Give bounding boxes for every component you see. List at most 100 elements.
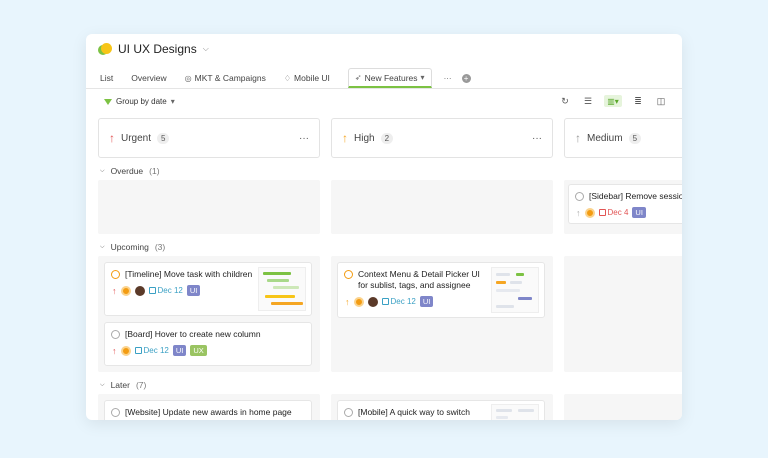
chevron-down-icon: ⌵ bbox=[100, 243, 105, 250]
tag-ui: UI bbox=[186, 285, 201, 296]
arrow-up-icon: ↑ bbox=[575, 131, 581, 145]
lane-overdue-urgent bbox=[98, 180, 320, 234]
group-count: (7) bbox=[135, 380, 147, 390]
task-card[interactable]: [Mobile] A quick way to switch bbox=[337, 400, 545, 420]
tag-ux: UX bbox=[190, 345, 207, 356]
tab-label: List bbox=[100, 73, 114, 83]
group-upcoming[interactable]: ⌵ Upcoming (3) bbox=[100, 242, 165, 252]
group-by-label: Group by date bbox=[116, 97, 167, 106]
tab-label: Overview bbox=[131, 73, 167, 83]
column-header-medium[interactable]: ↑ Medium 5 bbox=[564, 118, 682, 158]
avatar bbox=[120, 345, 131, 356]
group-count: (1) bbox=[149, 166, 160, 176]
status-circle-icon[interactable] bbox=[111, 270, 120, 279]
status-circle-icon[interactable] bbox=[344, 408, 353, 417]
group-name: Later bbox=[110, 380, 130, 390]
app-window: UI UX Designs ⌵ List Overview ◎ MKT & Cam… bbox=[86, 34, 682, 420]
mobile-thumbnail bbox=[491, 404, 539, 420]
task-card[interactable]: [Website] Update new awards in home page bbox=[104, 400, 312, 420]
task-card[interactable]: [Board] Hover to create new column ↑ Dec… bbox=[104, 322, 312, 366]
tab-mkt-campaigns[interactable]: ◎ MKT & Campaigns bbox=[185, 68, 266, 88]
arrow-up-icon: ↑ bbox=[342, 131, 348, 145]
arrow-up-icon: ↑ bbox=[109, 131, 115, 145]
toolbar-actions: ↻ ☰ ▥▾ ≣ ◫ bbox=[558, 95, 668, 107]
column-count: 2 bbox=[380, 132, 394, 144]
lane-upcoming-urgent: [Timeline] Move task with children ↑ Dec… bbox=[98, 256, 320, 372]
due-date[interactable]: Dec 4 bbox=[598, 208, 629, 217]
tab-list[interactable]: List bbox=[100, 68, 113, 88]
more-icon[interactable]: ··· bbox=[532, 133, 542, 144]
group-by-control[interactable]: Group by date ▾ bbox=[104, 97, 175, 106]
tabs-divider bbox=[86, 88, 682, 89]
priority-arrow-icon: ↑ bbox=[576, 207, 581, 218]
more-icon[interactable]: ··· bbox=[299, 133, 309, 144]
avatar bbox=[120, 285, 131, 296]
status-circle-icon[interactable] bbox=[111, 408, 120, 417]
task-title: Context Menu & Detail Picker UI for subli… bbox=[358, 269, 480, 291]
group-name: Overdue bbox=[110, 166, 144, 176]
calendar-icon bbox=[381, 298, 389, 305]
status-circle-icon[interactable] bbox=[344, 270, 353, 279]
due-date-text: Dec 4 bbox=[607, 208, 629, 217]
priority-arrow-icon: ↑ bbox=[345, 296, 350, 307]
avatar bbox=[584, 207, 595, 218]
task-card[interactable]: [Sidebar] Remove session ↑ Dec 4 UI bbox=[568, 184, 682, 224]
column-header-high[interactable]: ↑ High 2 ··· bbox=[331, 118, 553, 158]
due-date[interactable]: Dec 12 bbox=[134, 346, 169, 355]
lane-later-urgent: [Website] Update new awards in home page bbox=[98, 394, 320, 420]
task-title-row: [Website] Update new awards in home page bbox=[111, 407, 305, 418]
due-date[interactable]: Dec 12 bbox=[148, 286, 183, 295]
task-title-line: Context Menu & Detail Picker UI bbox=[358, 269, 480, 279]
chevron-down-icon: ⌵ bbox=[100, 167, 105, 174]
lane-later-medium bbox=[564, 394, 682, 420]
task-title: [Website] Update new awards in home page bbox=[125, 407, 292, 417]
due-date[interactable]: Dec 12 bbox=[381, 297, 416, 306]
column-name: Medium bbox=[587, 132, 623, 144]
status-circle-icon[interactable] bbox=[575, 192, 584, 201]
priority-arrow-icon: ↑ bbox=[112, 345, 117, 356]
calendar-icon bbox=[134, 347, 142, 354]
group-overdue[interactable]: ⌵ Overdue (1) bbox=[100, 166, 160, 176]
refresh-icon[interactable]: ↻ bbox=[558, 95, 572, 107]
tab-label: Mobile UI bbox=[294, 73, 330, 83]
column-name: Urgent bbox=[121, 132, 152, 144]
task-title-line: for sublist, tags, and assignee bbox=[358, 280, 471, 290]
due-date-text: Dec 12 bbox=[143, 346, 169, 355]
chevron-down-icon: ⌵ bbox=[100, 381, 105, 388]
more-tabs-button[interactable]: ··· bbox=[444, 74, 452, 83]
timeline-thumbnail bbox=[258, 267, 306, 311]
column-header-urgent[interactable]: ↑ Urgent 5 ··· bbox=[98, 118, 320, 158]
filter-icon bbox=[104, 98, 112, 105]
calendar-icon bbox=[148, 287, 156, 294]
task-meta: ↑ Dec 12 UI UX bbox=[111, 345, 305, 356]
board-view-icon[interactable]: ▥▾ bbox=[604, 95, 622, 107]
tab-label: New Features bbox=[364, 72, 418, 83]
calendar-icon bbox=[598, 209, 606, 216]
group-count: (3) bbox=[154, 242, 166, 252]
tab-mobile-ui[interactable]: ♢ Mobile UI bbox=[284, 68, 330, 88]
tab-new-features[interactable]: ➶ New Features ▾ bbox=[347, 68, 432, 88]
kanban-board: ↑ Urgent 5 ··· ↑ High 2 ··· ↑ Medium 5 ⌵… bbox=[98, 118, 682, 420]
tag-ui: UI bbox=[419, 296, 434, 307]
workspace-header[interactable]: UI UX Designs ⌵ bbox=[98, 42, 209, 56]
chevron-down-icon[interactable]: ⌵ bbox=[203, 44, 209, 54]
column-count: 5 bbox=[157, 132, 170, 144]
view-tabs: List Overview ◎ MKT & Campaigns ♢ Mobile U… bbox=[100, 68, 682, 88]
workspace-title: UI UX Designs bbox=[118, 42, 197, 56]
task-title: [Mobile] A quick way to switch bbox=[358, 407, 470, 417]
side-panel-icon[interactable]: ◫ bbox=[654, 95, 668, 107]
context-menu-thumbnail bbox=[491, 267, 539, 313]
lane-overdue-high bbox=[331, 180, 553, 234]
group-later[interactable]: ⌵ Later (7) bbox=[100, 380, 146, 390]
timeline-view-icon[interactable]: ≣ bbox=[631, 95, 645, 107]
rocket-icon: ➶ bbox=[354, 73, 362, 82]
list-view-icon[interactable]: ☰ bbox=[581, 95, 595, 107]
task-card[interactable]: [Timeline] Move task with children ↑ Dec… bbox=[104, 262, 312, 316]
avatar bbox=[367, 296, 378, 307]
leaf-icon: ♢ bbox=[283, 73, 292, 83]
add-view-icon[interactable]: + bbox=[461, 73, 471, 83]
status-circle-icon[interactable] bbox=[111, 330, 120, 339]
column-count: 5 bbox=[628, 132, 642, 144]
tab-overview[interactable]: Overview bbox=[131, 68, 166, 88]
task-card[interactable]: Context Menu & Detail Picker UI for subli… bbox=[337, 262, 545, 318]
